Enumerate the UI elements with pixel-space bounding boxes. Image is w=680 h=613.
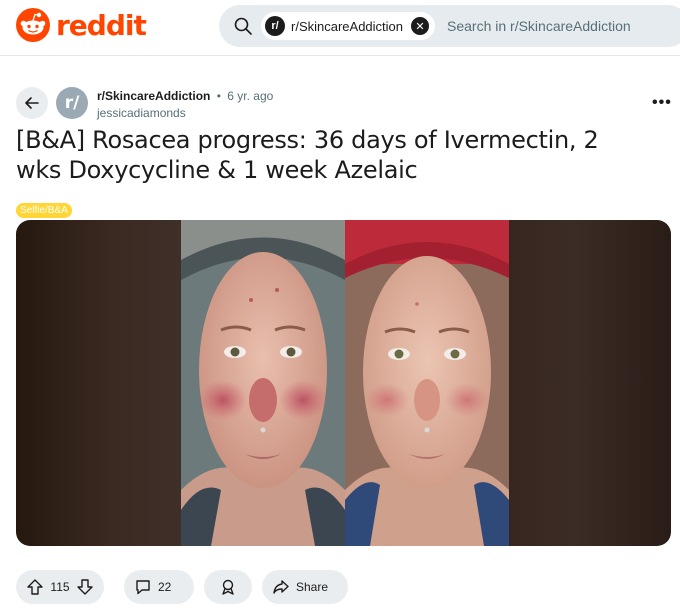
comment-icon — [136, 580, 150, 595]
post-age: 6 yr. ago — [227, 89, 274, 103]
post-media[interactable] — [16, 220, 671, 546]
author-link[interactable]: jessicadiamonds — [97, 106, 186, 120]
before-photo — [181, 220, 345, 546]
post-flair[interactable]: Selfie/B&A — [16, 203, 72, 218]
vote-count: 115 — [50, 580, 70, 594]
search-input[interactable] — [447, 15, 680, 37]
brand-wordmark: reddit — [56, 8, 147, 42]
post-actions: 115 22 Share — [16, 570, 348, 604]
chip-avatar: r/ — [265, 16, 285, 36]
back-arrow-icon — [25, 97, 39, 109]
top-bar: reddit r/ r/SkincareAddiction ✕ — [0, 0, 680, 56]
reddit-logo[interactable]: reddit — [16, 8, 147, 42]
vote-group: 115 — [16, 570, 104, 604]
meta-separator: • — [216, 89, 221, 103]
downvote-icon[interactable] — [76, 578, 94, 596]
subreddit-avatar[interactable]: r/ — [56, 87, 88, 119]
comment-count: 22 — [158, 580, 172, 594]
comments-button[interactable]: 22 — [124, 570, 194, 604]
post-title: [B&A] Rosacea progress: 36 days of Iverm… — [16, 126, 599, 184]
search-icon — [234, 17, 252, 35]
chip-label: r/SkincareAddiction — [291, 18, 403, 34]
share-icon — [273, 580, 289, 594]
reddit-logo-icon — [16, 8, 50, 42]
after-photo — [345, 220, 509, 546]
award-button[interactable] — [204, 570, 252, 604]
close-icon[interactable]: ✕ — [411, 17, 429, 35]
share-label: Share — [296, 580, 329, 594]
more-icon[interactable]: ••• — [652, 94, 672, 112]
post-meta: r/SkincareAddiction • 6 yr. ago — [97, 89, 273, 103]
award-icon — [222, 579, 234, 595]
share-button[interactable]: Share — [262, 570, 348, 604]
back-button[interactable] — [16, 87, 48, 119]
subreddit-link[interactable]: r/SkincareAddiction — [97, 89, 210, 103]
community-chip[interactable]: r/ r/SkincareAddiction ✕ — [261, 12, 435, 40]
search-bar[interactable]: r/ r/SkincareAddiction ✕ — [219, 5, 680, 47]
upvote-icon[interactable] — [26, 578, 44, 596]
